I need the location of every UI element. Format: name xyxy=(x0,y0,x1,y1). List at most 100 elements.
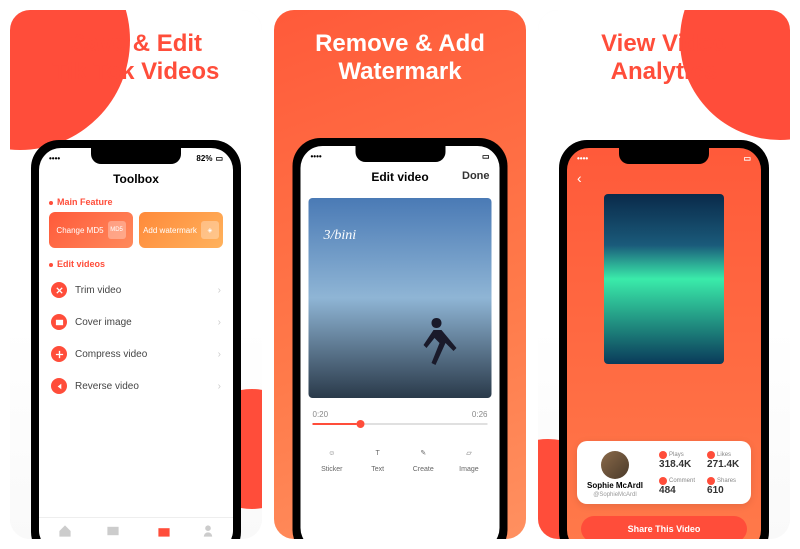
stat-likes: Likes 271.4K xyxy=(707,451,741,473)
reverse-video-item[interactable]: Reverse video › xyxy=(39,370,233,402)
tool-label: Image xyxy=(459,466,478,473)
notch xyxy=(91,148,181,164)
video-preview[interactable]: 3/bini xyxy=(309,198,492,398)
person-icon xyxy=(201,524,215,538)
trim-video-item[interactable]: Trim video › xyxy=(39,274,233,306)
add-watermark-button[interactable]: Add watermark ◈ xyxy=(139,212,223,248)
button-label: Change MD5 xyxy=(56,226,103,235)
headline: Save & Edit Tik Tok Videos xyxy=(10,30,262,85)
title-text: Edit video xyxy=(371,170,428,184)
sticker-tool[interactable]: ☺ Sticker xyxy=(321,443,342,473)
stat-value: 271.4K xyxy=(707,459,741,470)
watermark-signature[interactable]: 3/bini xyxy=(324,228,357,244)
phone-mockup: •••• ▭ Edit video Done 3/bini 0:20 0:26 … xyxy=(293,138,508,539)
md5-icon: MD5 xyxy=(108,221,126,239)
done-button[interactable]: Done xyxy=(462,170,490,182)
stat-label: Plays xyxy=(669,452,684,458)
back-button[interactable]: ‹ xyxy=(577,170,582,186)
video-thumbnail[interactable] xyxy=(604,194,724,364)
stats-grid: Plays 318.4K Likes 271.4K Comment 484 xyxy=(659,451,741,498)
headline-line1: Save & Edit xyxy=(10,30,262,58)
cover-image-item[interactable]: Cover image › xyxy=(39,306,233,338)
page-title: Toolbox xyxy=(39,166,233,192)
sticker-icon: ☺ xyxy=(322,443,342,463)
nav-home[interactable]: Home xyxy=(57,524,73,539)
promo-panel-1: Save & Edit Tik Tok Videos •••• 82% ▭ To… xyxy=(10,10,262,539)
create-tool[interactable]: ✎ Create xyxy=(413,443,434,473)
toolbox-icon xyxy=(157,524,171,538)
tool-label: Text xyxy=(371,466,384,473)
phone-mockup: •••• ▭ ‹ Sophie McArdl @SophieMcArdl Pla… xyxy=(559,140,769,539)
item-label: Reverse video xyxy=(75,381,139,392)
item-label: Cover image xyxy=(75,317,132,328)
image-tool[interactable]: ▱ Image xyxy=(459,443,479,473)
nav-toolbox[interactable]: Toolbox xyxy=(153,524,174,539)
scissors-icon xyxy=(51,282,67,298)
battery-icon: ▭ xyxy=(482,152,490,161)
stat-comments: Comment 484 xyxy=(659,477,695,499)
signal-icon: •••• xyxy=(49,154,60,163)
user-name: Sophie McArdl xyxy=(587,481,643,490)
stat-value: 610 xyxy=(707,485,741,496)
stat-label: Likes xyxy=(717,452,731,458)
pencil-icon: ✎ xyxy=(413,443,433,463)
phone-mockup: •••• 82% ▭ Toolbox Main Feature Change M… xyxy=(31,140,241,539)
image-icon xyxy=(51,314,67,330)
comment-icon xyxy=(659,477,667,485)
battery-icon: ▭ xyxy=(215,154,223,163)
heart-icon xyxy=(707,451,715,459)
item-label: Trim video xyxy=(75,285,121,296)
stat-value: 318.4K xyxy=(659,459,695,470)
tool-label: Create xyxy=(413,466,434,473)
page-title: Edit video Done xyxy=(301,164,500,190)
stats-top: Sophie McArdl @SophieMcArdl Plays 318.4K… xyxy=(587,451,741,498)
feature-row: Change MD5 MD5 Add watermark ◈ xyxy=(39,212,233,254)
share-video-button[interactable]: Share This Video xyxy=(581,516,747,539)
edit-tools: ☺ Sticker T Text ✎ Create ▱ Image xyxy=(301,433,500,483)
headline: Remove & Add Watermark xyxy=(274,30,526,85)
chevron-right-icon: › xyxy=(218,381,221,392)
analytics-card: Sophie McArdl @SophieMcArdl Plays 318.4K… xyxy=(577,441,751,504)
promo-panel-3: View Video Analytics •••• ▭ ‹ Sophie McA… xyxy=(538,10,790,539)
section-edit-videos: Edit videos xyxy=(39,254,233,274)
stat-label: Shares xyxy=(717,478,736,484)
screen: •••• ▭ Edit video Done 3/bini 0:20 0:26 … xyxy=(301,146,500,539)
text-tool[interactable]: T Text xyxy=(368,443,388,473)
section-main-feature: Main Feature xyxy=(39,192,233,212)
text-icon: T xyxy=(368,443,388,463)
reverse-icon xyxy=(51,378,67,394)
timeline-slider[interactable] xyxy=(313,423,488,425)
notch xyxy=(619,148,709,164)
time-start: 0:20 xyxy=(313,410,329,419)
image-icon: ▱ xyxy=(459,443,479,463)
tool-label: Sticker xyxy=(321,466,342,473)
climber-silhouette xyxy=(412,308,462,378)
watermark-icon: ◈ xyxy=(201,221,219,239)
chevron-right-icon: › xyxy=(218,285,221,296)
stat-shares: Shares 610 xyxy=(707,477,741,499)
video-icon xyxy=(106,524,120,538)
user-handle: @SophieMcArdl xyxy=(593,492,636,498)
compress-icon xyxy=(51,346,67,362)
timeline-labels: 0:20 0:26 xyxy=(301,406,500,423)
signal-icon: •••• xyxy=(577,154,588,163)
share-icon xyxy=(707,477,715,485)
headline-line2: Tik Tok Videos xyxy=(10,58,262,86)
item-label: Compress video xyxy=(75,349,147,360)
button-label: Add watermark xyxy=(143,226,197,235)
play-icon xyxy=(659,451,667,459)
bottom-nav: Home Video List Toolbox Me xyxy=(39,517,233,539)
playhead[interactable] xyxy=(356,420,364,428)
nav-me[interactable]: Me xyxy=(201,524,215,539)
stat-label: Comment xyxy=(669,478,695,484)
promo-panel-2: Remove & Add Watermark •••• ▭ Edit video… xyxy=(274,10,526,539)
screen: •••• ▭ ‹ Sophie McArdl @SophieMcArdl Pla… xyxy=(567,148,761,539)
notch xyxy=(355,146,445,162)
screen: •••• 82% ▭ Toolbox Main Feature Change M… xyxy=(39,148,233,539)
avatar[interactable] xyxy=(601,451,629,479)
compress-video-item[interactable]: Compress video › xyxy=(39,338,233,370)
nav-video-list[interactable]: Video List xyxy=(100,524,126,539)
change-md5-button[interactable]: Change MD5 MD5 xyxy=(49,212,133,248)
signal-icon: •••• xyxy=(311,152,322,161)
headline-line1: View Video xyxy=(538,30,790,58)
